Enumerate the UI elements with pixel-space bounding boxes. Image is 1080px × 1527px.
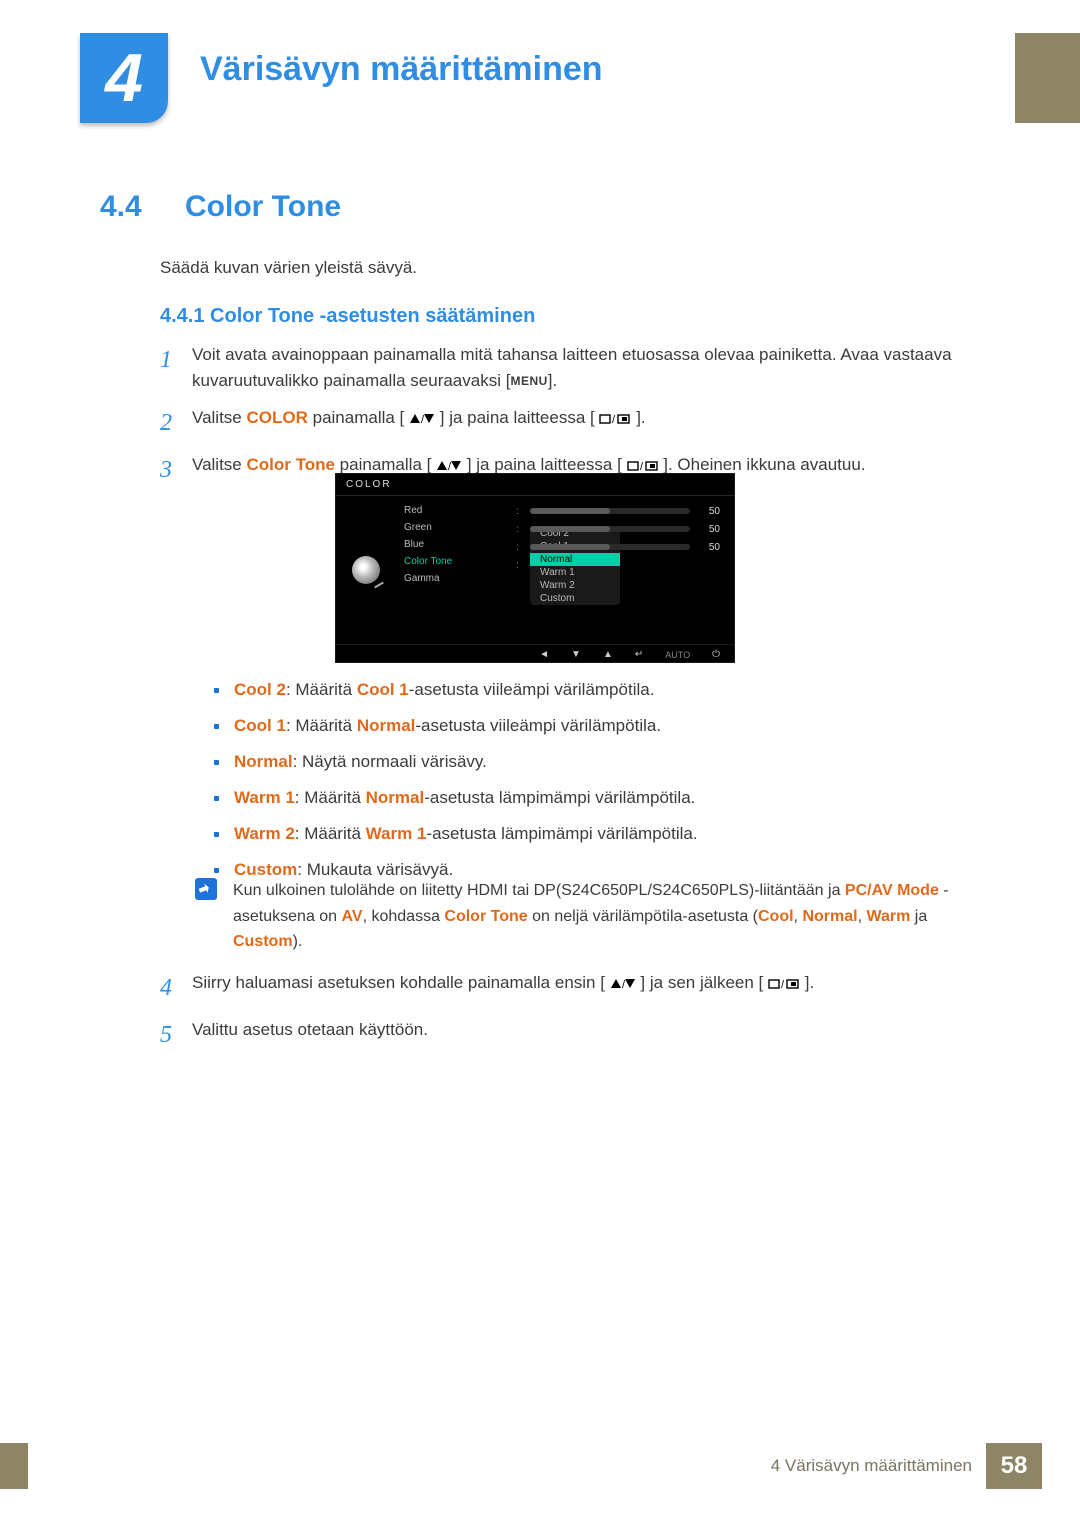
footer-chapter-label: 4 Värisävyn määrittäminen bbox=[771, 1456, 972, 1476]
step-1-text: Voit avata avainoppaan painamalla mitä t… bbox=[192, 342, 990, 395]
osd-item-blue: Blue bbox=[396, 536, 516, 553]
option-custom: Custom: Mukauta värisävyä. bbox=[210, 860, 990, 880]
select-source-icon: / bbox=[627, 460, 659, 472]
footer-accent bbox=[0, 1443, 28, 1489]
menu-label: MENU bbox=[510, 374, 547, 388]
palette-icon bbox=[352, 556, 380, 584]
svg-text:/: / bbox=[622, 979, 626, 990]
osd-title: COLOR bbox=[336, 474, 734, 496]
section-number: 4.4 bbox=[100, 190, 142, 224]
up-icon: ▲ bbox=[603, 649, 613, 660]
osd-red-value: 50 bbox=[698, 506, 720, 517]
step-number: 3 bbox=[160, 452, 192, 489]
note-icon bbox=[195, 878, 217, 900]
svg-text:/: / bbox=[612, 414, 616, 425]
up-down-icon: / bbox=[436, 460, 462, 472]
section-title: Color Tone bbox=[185, 190, 341, 224]
chapter-title: Värisävyn määrittäminen bbox=[200, 50, 603, 89]
osd-menu: Red Green Blue Color Tone Gamma bbox=[396, 496, 516, 644]
down-icon: ▼ bbox=[571, 649, 581, 660]
step-number: 1 bbox=[160, 342, 192, 395]
osd-screenshot: COLOR Red Green Blue Color Tone Gamma :5… bbox=[335, 473, 735, 663]
step-number: 4 bbox=[160, 970, 192, 1007]
left-icon: ◄ bbox=[539, 649, 549, 660]
svg-text:/: / bbox=[781, 979, 785, 990]
chapter-number-badge: 4 bbox=[80, 33, 168, 123]
svg-text:/: / bbox=[640, 461, 644, 472]
step-2-text: Valitse COLOR painamalla [ / ] ja paina … bbox=[192, 405, 990, 442]
option-warm1: Warm 1: Määritä Normal-asetusta lämpimäm… bbox=[210, 788, 990, 808]
up-down-icon: / bbox=[610, 978, 636, 990]
auto-label: AUTO bbox=[665, 650, 690, 660]
options-list: Cool 2: Määritä Cool 1-asetusta viileämp… bbox=[210, 680, 990, 896]
osd-blue-value: 50 bbox=[698, 542, 720, 553]
select-source-icon: / bbox=[768, 978, 800, 990]
subsection-title: 4.4.1 Color Tone -asetusten säätäminen bbox=[160, 305, 535, 328]
osd-green-value: 50 bbox=[698, 524, 720, 535]
step-number: 5 bbox=[160, 1017, 192, 1054]
step-number: 2 bbox=[160, 405, 192, 442]
header-accent-bar bbox=[1015, 33, 1080, 123]
osd-item-red: Red bbox=[396, 502, 516, 519]
option-cool1: Cool 1: Määritä Normal-asetusta viileämp… bbox=[210, 716, 990, 736]
page-number: 58 bbox=[986, 1443, 1042, 1489]
up-down-icon: / bbox=[409, 413, 435, 425]
note-block: Kun ulkoinen tulolähde on liitetty HDMI … bbox=[195, 878, 990, 955]
option-cool2: Cool 2: Määritä Cool 1-asetusta viileämp… bbox=[210, 680, 990, 700]
option-warm2: Warm 2: Määritä Warm 1-asetusta lämpimäm… bbox=[210, 824, 990, 844]
select-source-icon: / bbox=[599, 413, 631, 425]
osd-footer: ◄ ▼ ▲ ↵ AUTO ⏻ bbox=[336, 644, 734, 664]
osd-tone-dropdown: Cool 2 Cool 1 Normal Warm 1 Warm 2 Custo… bbox=[530, 527, 620, 605]
steps-list-lower: 4 Siirry haluamasi asetuksen kohdalle pa… bbox=[160, 970, 990, 1064]
osd-item-green: Green bbox=[396, 519, 516, 536]
note-text: Kun ulkoinen tulolähde on liitetty HDMI … bbox=[233, 878, 990, 955]
step-5-text: Valittu asetus otetaan käyttöön. bbox=[192, 1017, 990, 1054]
enter-icon: ↵ bbox=[635, 649, 643, 660]
svg-text:/: / bbox=[421, 414, 425, 425]
svg-text:/: / bbox=[448, 461, 452, 472]
option-normal: Normal: Näytä normaali värisävy. bbox=[210, 752, 990, 772]
power-icon: ⏻ bbox=[712, 649, 720, 660]
section-intro: Säädä kuvan värien yleistä sävyä. bbox=[160, 258, 417, 278]
osd-item-gamma: Gamma bbox=[396, 570, 516, 587]
osd-item-color-tone: Color Tone bbox=[396, 553, 516, 570]
step-4-text: Siirry haluamasi asetuksen kohdalle pain… bbox=[192, 970, 990, 1007]
